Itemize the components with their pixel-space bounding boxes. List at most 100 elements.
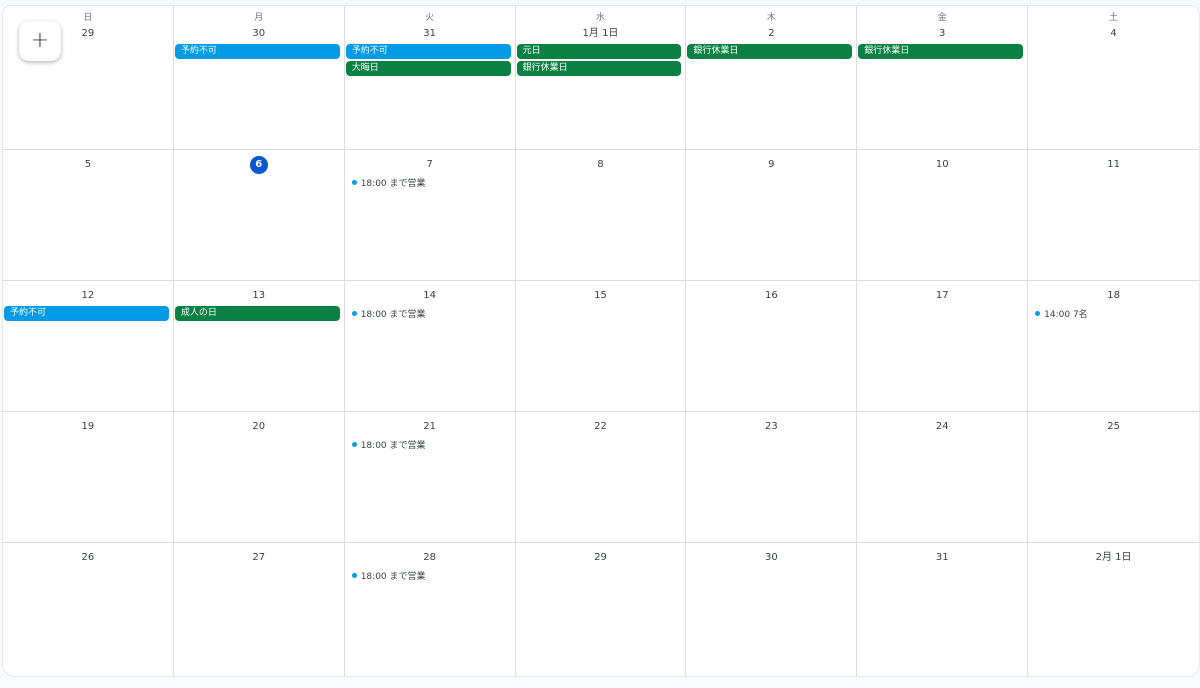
timed-event[interactable]: 18:00 まで営業 — [346, 175, 511, 190]
day-cell[interactable]: 18 14:00 7名 — [1028, 281, 1199, 412]
date-label: 30 — [252, 28, 266, 39]
date-number[interactable]: 27 — [174, 549, 344, 567]
event-list: 銀行休業日 — [857, 44, 1027, 59]
date-number[interactable]: 17 — [857, 287, 1027, 305]
event-chip[interactable]: 元日 — [516, 44, 682, 59]
event-chip[interactable]: 銀行休業日 — [858, 44, 1024, 59]
date-number[interactable]: 22 — [516, 418, 686, 436]
date-number[interactable]: 4 — [1028, 25, 1199, 43]
day-cell[interactable]: 木 2 銀行休業日 — [686, 6, 858, 150]
day-cell[interactable]: 19 — [3, 412, 174, 543]
date-label: 31 — [935, 552, 949, 563]
day-cell[interactable]: 16 — [686, 281, 858, 412]
date-number[interactable]: 15 — [516, 287, 686, 305]
day-cell[interactable]: 月 30 予約不可 — [173, 6, 345, 150]
timed-event[interactable]: 18:00 まで営業 — [346, 437, 511, 452]
date-number[interactable]: 10 — [857, 156, 1027, 174]
day-cell[interactable]: 火 31 予約不可大晦日 — [344, 6, 516, 150]
date-number[interactable]: 9 — [686, 156, 856, 174]
event-chip[interactable]: 成人の日 — [174, 306, 340, 321]
day-cell[interactable]: 15 — [515, 281, 687, 412]
day-cell[interactable]: 20 — [173, 412, 345, 543]
date-number[interactable]: 13 — [174, 287, 344, 305]
date-number[interactable]: 21 — [345, 418, 515, 436]
date-number[interactable]: 24 — [857, 418, 1027, 436]
event-chip[interactable]: 予約不可 — [174, 44, 340, 59]
date-number[interactable]: 23 — [686, 418, 856, 436]
today-date-number[interactable]: 6 — [174, 156, 344, 174]
date-label: 6 — [249, 156, 268, 174]
day-cell[interactable]: 27 — [174, 543, 345, 676]
event-dot-icon — [351, 573, 357, 578]
day-cell[interactable]: 12 予約不可 — [3, 281, 174, 412]
date-number[interactable]: 2 — [686, 25, 856, 43]
day-cell[interactable]: 7 18:00 まで営業 — [344, 150, 516, 281]
date-number[interactable]: 2月 1日 — [1028, 549, 1199, 567]
date-number[interactable]: 3 — [857, 25, 1027, 43]
day-cell[interactable]: 17 — [857, 281, 1029, 412]
date-number[interactable]: 31 — [345, 25, 515, 43]
day-cell[interactable]: 24 — [857, 412, 1029, 543]
day-cell[interactable]: 25 — [1028, 412, 1199, 543]
event-chip[interactable]: 予約不可 — [345, 44, 511, 59]
day-cell[interactable]: 11 — [1028, 150, 1199, 281]
date-number[interactable]: 1月 1日 — [516, 25, 686, 43]
event-list: 18:00 まで営業 — [345, 568, 515, 583]
day-cell[interactable]: 26 — [3, 543, 174, 676]
day-cell[interactable]: 22 — [515, 412, 687, 543]
weekday-header: 火 — [425, 13, 435, 23]
date-number[interactable]: 30 — [174, 25, 344, 43]
day-cell[interactable]: 14 18:00 まで営業 — [344, 281, 516, 412]
date-label: 29 — [81, 28, 95, 39]
event-chip[interactable]: 予約不可 — [4, 306, 169, 321]
event-chip[interactable]: 銀行休業日 — [687, 44, 853, 59]
date-number[interactable]: 25 — [1028, 418, 1199, 436]
day-cell[interactable]: 9 — [686, 150, 858, 281]
day-cell[interactable]: 10 — [857, 150, 1029, 281]
day-cell[interactable]: 13 成人の日 — [173, 281, 345, 412]
day-cell[interactable]: 8 — [515, 150, 687, 281]
timed-event[interactable]: 18:00 まで営業 — [346, 568, 511, 583]
timed-event[interactable]: 14:00 7名 — [1029, 306, 1195, 321]
event-chip[interactable]: 大晦日 — [345, 61, 511, 76]
date-label: 28 — [423, 552, 436, 563]
date-number[interactable]: 30 — [686, 549, 856, 567]
date-number[interactable]: 20 — [174, 418, 344, 436]
day-cell[interactable]: 5 — [3, 150, 174, 281]
day-cell[interactable]: 30 — [686, 543, 858, 676]
event-list: 予約不可 大晦日 — [345, 44, 515, 76]
day-cell[interactable]: 金 3 銀行休業日 — [857, 6, 1029, 150]
day-cell[interactable]: 28 18:00 まで営業 — [345, 543, 516, 676]
date-label: 15 — [594, 290, 607, 301]
date-number[interactable]: 12 — [3, 287, 173, 305]
date-number[interactable]: 8 — [516, 156, 686, 174]
create-event-button[interactable]: + — [19, 21, 61, 61]
date-label: 29 — [594, 552, 607, 563]
date-number[interactable]: 31 — [857, 549, 1027, 567]
day-cell[interactable]: 6 — [173, 150, 345, 281]
day-cell[interactable]: 2月 1日 — [1028, 543, 1199, 676]
event-list: 18:00 まで営業 — [345, 175, 515, 190]
date-label: 8 — [597, 159, 604, 170]
date-number[interactable]: 5 — [3, 156, 173, 174]
event-chip[interactable]: 銀行休業日 — [516, 61, 682, 76]
date-number[interactable]: 7 — [345, 156, 515, 174]
date-number[interactable]: 18 — [1028, 287, 1199, 305]
date-number[interactable]: 29 — [516, 549, 686, 567]
timed-event[interactable]: 18:00 まで営業 — [346, 306, 511, 321]
day-cell[interactable]: 23 — [686, 412, 858, 543]
day-cell[interactable]: 水 1月 1日 元日 銀行休業日 — [515, 6, 687, 150]
date-number[interactable]: 16 — [686, 287, 856, 305]
date-number[interactable]: 14 — [345, 287, 515, 305]
day-cell[interactable]: 31 — [857, 543, 1029, 676]
date-number[interactable]: 11 — [1028, 156, 1199, 174]
date-number[interactable]: 26 — [3, 549, 173, 567]
date-number[interactable]: 19 — [3, 418, 173, 436]
weekday-header: 土 — [1109, 13, 1119, 23]
date-label: 30 — [764, 552, 778, 563]
day-cell[interactable]: 21 18:00 まで営業 — [344, 412, 516, 543]
day-cell[interactable]: 29 — [516, 543, 687, 676]
date-label: 2 — [768, 28, 775, 39]
day-cell[interactable]: 土4 — [1028, 6, 1199, 150]
date-number[interactable]: 28 — [345, 549, 515, 567]
